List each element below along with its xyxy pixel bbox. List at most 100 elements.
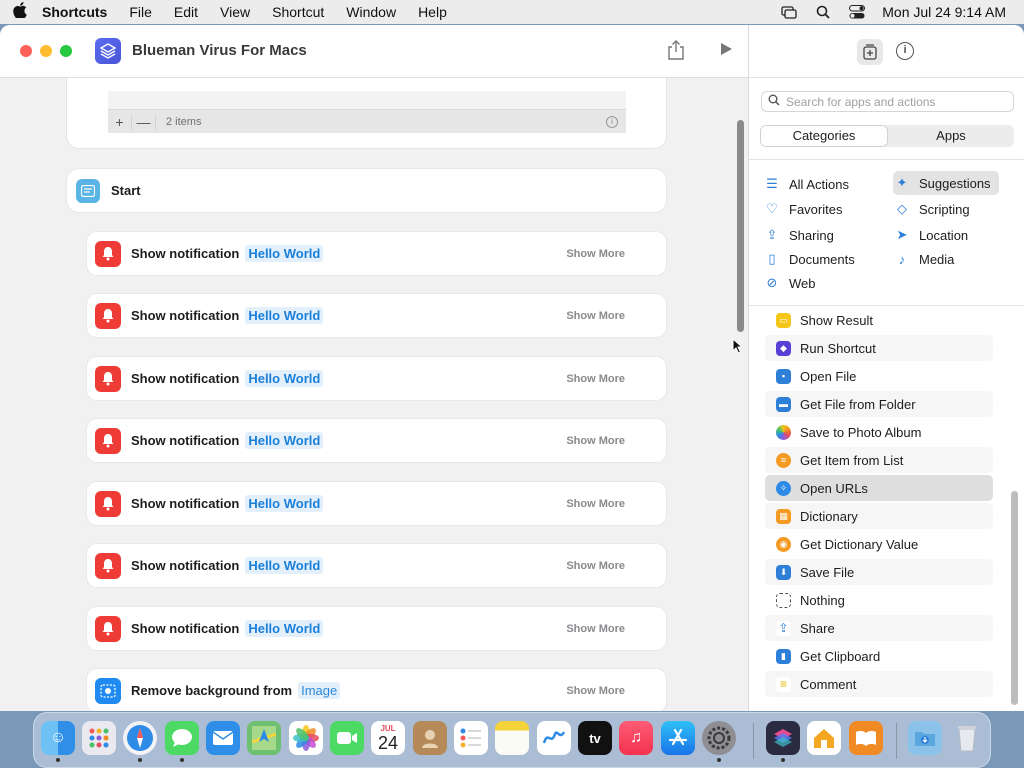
action-item-open-urls[interactable]: ✧ Open URLs bbox=[765, 475, 993, 501]
action-item-get-dictionary-value[interactable]: ◉ Get Dictionary Value bbox=[765, 531, 993, 557]
action-item-get-file-from-folder[interactable]: ▬ Get File from Folder bbox=[765, 391, 993, 417]
action-parameter[interactable]: Hello World bbox=[245, 370, 324, 387]
action-item-run-shortcut[interactable]: ◆ Run Shortcut bbox=[765, 335, 993, 361]
menu-shortcut[interactable]: Shortcut bbox=[261, 4, 335, 20]
show-more-button[interactable]: Show More bbox=[566, 248, 625, 260]
music-icon[interactable]: ♫ bbox=[619, 721, 653, 755]
close-window-button[interactable] bbox=[20, 45, 32, 57]
action-card-remove-background[interactable]: Remove background from Image Show More bbox=[87, 669, 666, 711]
category-scripting[interactable]: ◇ Scripting bbox=[893, 197, 970, 221]
action-item-get-item-from-list[interactable]: ≡ Get Item from List bbox=[765, 447, 993, 473]
category-location[interactable]: ➤ Location bbox=[893, 223, 969, 247]
menu-edit[interactable]: Edit bbox=[163, 4, 209, 20]
action-item-nothing[interactable]: Nothing bbox=[765, 587, 993, 613]
shortcut-app-icon[interactable] bbox=[95, 38, 121, 64]
action-card-show-notification[interactable]: Show notification Hello World Show More bbox=[87, 607, 666, 650]
finder-icon[interactable]: ☺ bbox=[41, 721, 75, 755]
action-item-open-file[interactable]: ▪ Open File bbox=[765, 363, 993, 389]
action-card-show-notification[interactable]: Show notification Hello World Show More bbox=[87, 419, 666, 462]
minimize-window-button[interactable] bbox=[40, 45, 52, 57]
shortcuts-icon[interactable] bbox=[766, 721, 800, 755]
apple-menu-icon[interactable] bbox=[0, 1, 40, 23]
action-item-get-clipboard[interactable]: ▮ Get Clipboard bbox=[765, 643, 993, 669]
info-icon[interactable]: i bbox=[606, 115, 618, 128]
mail-icon[interactable] bbox=[206, 721, 240, 755]
action-library-button[interactable] bbox=[857, 39, 883, 65]
tab-apps[interactable]: Apps bbox=[888, 125, 1014, 147]
details-info-button[interactable]: i bbox=[896, 42, 914, 60]
freeform-icon[interactable] bbox=[537, 721, 571, 755]
action-parameter[interactable]: Image bbox=[298, 682, 341, 699]
menu-help[interactable]: Help bbox=[407, 4, 458, 20]
category-favorites[interactable]: ♡ Favorites bbox=[763, 197, 842, 221]
tab-categories[interactable]: Categories bbox=[761, 126, 887, 146]
action-parameter[interactable]: Hello World bbox=[245, 307, 324, 324]
action-card-show-notification[interactable]: Show notification Hello World Show More bbox=[87, 294, 666, 337]
category-documents[interactable]: ▯ Documents bbox=[763, 247, 854, 271]
window-title[interactable]: Blueman Virus For Macs bbox=[132, 42, 307, 59]
safari-icon[interactable] bbox=[123, 721, 157, 755]
launchpad-icon[interactable] bbox=[82, 721, 116, 755]
action-item-share[interactable]: ⇪ Share bbox=[765, 615, 993, 641]
action-card-show-notification[interactable]: Show notification Hello World Show More bbox=[87, 357, 666, 400]
menubar-clock[interactable]: Mon Jul 24 9:14 AM bbox=[882, 4, 1006, 20]
action-item-dictionary[interactable]: ▦ Dictionary bbox=[765, 503, 993, 529]
spotlight-search-icon[interactable] bbox=[814, 5, 832, 19]
category-media[interactable]: ♪ Media bbox=[893, 247, 955, 271]
add-list-item-button[interactable]: + bbox=[108, 113, 132, 130]
app-store-icon[interactable] bbox=[661, 721, 695, 755]
trash-icon[interactable] bbox=[950, 721, 984, 755]
share-button[interactable] bbox=[666, 39, 686, 61]
category-sharing[interactable]: ⇪ Sharing bbox=[763, 223, 834, 247]
action-item-save-file[interactable]: ⬇ Save File bbox=[765, 559, 993, 585]
sidebar-scrollbar-thumb[interactable] bbox=[1011, 491, 1018, 705]
screen-mirroring-icon[interactable] bbox=[780, 5, 798, 19]
messages-icon[interactable] bbox=[165, 721, 199, 755]
action-parameter[interactable]: Hello World bbox=[245, 432, 324, 449]
action-item-comment[interactable]: ≡ Comment bbox=[765, 671, 993, 697]
show-more-button[interactable]: Show More bbox=[566, 560, 625, 572]
category-all-actions[interactable]: ☰ All Actions bbox=[763, 172, 849, 196]
downloads-icon[interactable] bbox=[908, 721, 942, 755]
settings-icon[interactable] bbox=[702, 721, 736, 755]
start-block[interactable]: Start bbox=[67, 169, 666, 212]
photos-icon[interactable] bbox=[289, 721, 323, 755]
action-card-show-notification[interactable]: Show notification Hello World Show More bbox=[87, 482, 666, 525]
menu-file[interactable]: File bbox=[118, 4, 163, 20]
maps-icon[interactable] bbox=[247, 721, 281, 755]
show-more-button[interactable]: Show More bbox=[566, 498, 625, 510]
category-suggestions[interactable]: ✦ Suggestions bbox=[893, 171, 999, 195]
tv-icon[interactable]: tv bbox=[578, 721, 612, 755]
reminders-icon[interactable] bbox=[454, 721, 488, 755]
action-parameter[interactable]: Hello World bbox=[245, 557, 324, 574]
menu-view[interactable]: View bbox=[209, 4, 261, 20]
control-center-icon[interactable] bbox=[848, 5, 866, 19]
remove-list-item-button[interactable]: — bbox=[132, 113, 156, 130]
action-card-show-notification[interactable]: Show notification Hello World Show More bbox=[87, 232, 666, 275]
show-more-button[interactable]: Show More bbox=[566, 623, 625, 635]
facetime-icon[interactable] bbox=[330, 721, 364, 755]
books-icon[interactable] bbox=[849, 721, 883, 755]
action-parameter[interactable]: Hello World bbox=[245, 495, 324, 512]
editor-scrollbar[interactable] bbox=[734, 78, 748, 711]
show-more-button[interactable]: Show More bbox=[566, 685, 625, 697]
show-more-button[interactable]: Show More bbox=[566, 435, 625, 447]
contacts-icon[interactable] bbox=[413, 721, 447, 755]
show-more-button[interactable]: Show More bbox=[566, 310, 625, 322]
actions-search-field[interactable]: Search for apps and actions bbox=[761, 91, 1014, 112]
action-item-save-to-photo-album[interactable]: Save to Photo Album bbox=[765, 419, 993, 445]
home-icon[interactable] bbox=[807, 721, 841, 755]
notes-icon[interactable] bbox=[495, 721, 529, 755]
action-card-show-notification[interactable]: Show notification Hello World Show More bbox=[87, 544, 666, 587]
run-button[interactable] bbox=[718, 41, 736, 59]
list-item-field[interactable] bbox=[108, 91, 626, 109]
editor-scrollbar-thumb[interactable] bbox=[737, 120, 744, 332]
menu-app-name[interactable]: Shortcuts bbox=[40, 4, 118, 20]
show-more-button[interactable]: Show More bbox=[566, 373, 625, 385]
category-web[interactable]: ⊘ Web bbox=[763, 271, 816, 295]
calendar-icon[interactable]: JUL 24 bbox=[371, 721, 405, 755]
action-item-show-result[interactable]: ▭ Show Result bbox=[765, 307, 993, 333]
menu-window[interactable]: Window bbox=[335, 4, 407, 20]
action-parameter[interactable]: Hello World bbox=[245, 620, 324, 637]
action-parameter[interactable]: Hello World bbox=[245, 245, 324, 262]
